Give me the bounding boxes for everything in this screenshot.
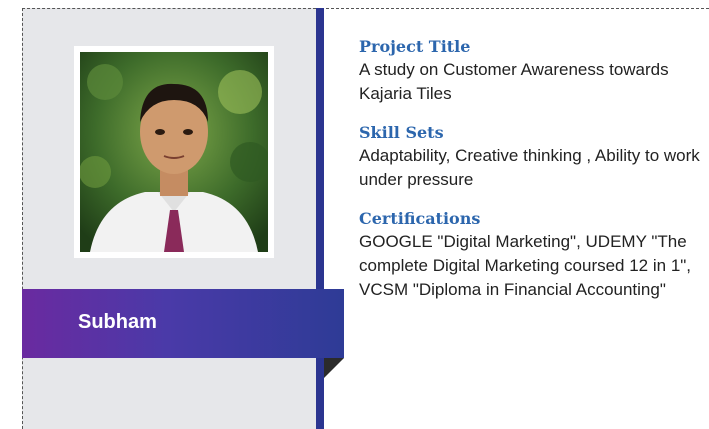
vertical-divider: [316, 8, 324, 429]
name-banner: Subham: [22, 289, 344, 358]
project-title-heading: Project Title: [359, 37, 471, 56]
project-title-section: Project Title A study on Customer Awaren…: [359, 36, 709, 106]
profile-details: Project Title A study on Customer Awaren…: [359, 36, 709, 318]
profile-photo: [80, 52, 268, 252]
certifications-text: GOOGLE "Digital Marketing", UDEMY "The c…: [359, 232, 692, 299]
student-name: Subham: [78, 311, 157, 333]
skill-sets-heading: Skill Sets: [359, 123, 444, 142]
skill-sets-text: Adaptability, Creative thinking , Abilit…: [359, 146, 700, 189]
project-title-text: A study on Customer Awareness towards Ka…: [359, 60, 669, 103]
profile-photo-frame: [74, 46, 274, 258]
banner-fold: [324, 358, 344, 378]
student-profile-card: Subham Project Title A study on Customer…: [0, 0, 709, 429]
certifications-heading: Certifications: [359, 209, 481, 228]
top-dashed-border: [316, 8, 709, 9]
certifications-section: Certifications GOOGLE "Digital Marketing…: [359, 208, 709, 302]
skill-sets-section: Skill Sets Adaptability, Creative thinki…: [359, 122, 709, 192]
